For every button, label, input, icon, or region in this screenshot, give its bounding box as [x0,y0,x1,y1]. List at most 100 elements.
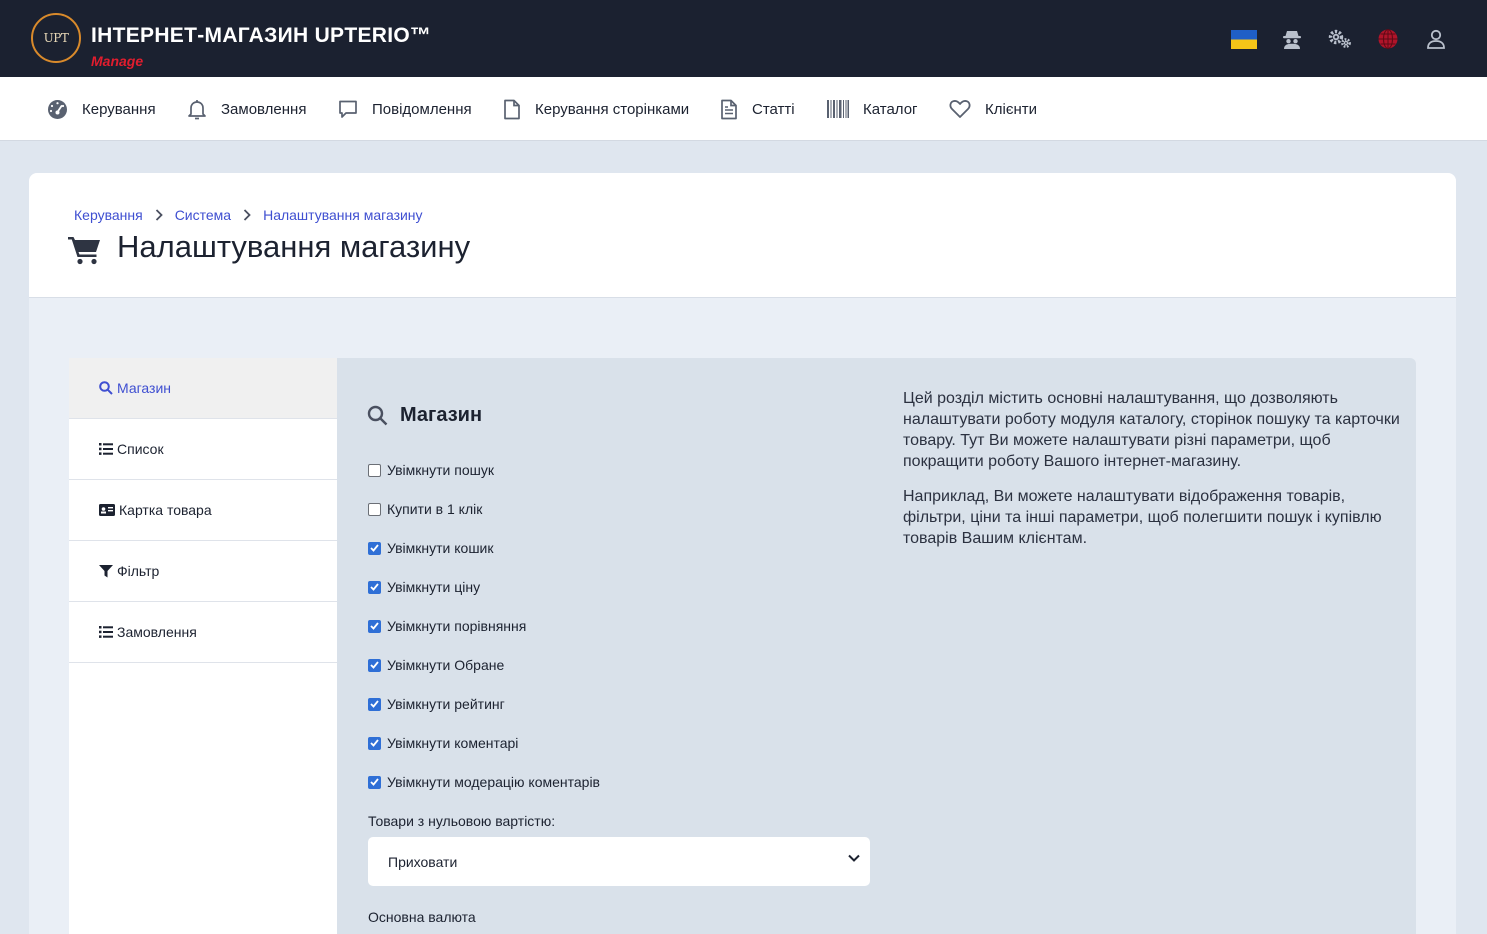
top-bar: UPT ІНТЕРНЕТ-МАГАЗИН UPTERIO™ Manage [0,0,1487,77]
checkbox-label: Увімкнути кошик [387,540,494,556]
checkbox[interactable] [368,697,381,711]
checkbox-enable-price[interactable]: Увімкнути ціну [368,577,480,597]
checkbox[interactable] [368,463,381,477]
checkbox[interactable] [368,619,381,633]
check-icon [370,739,379,747]
checkbox-enable-cart[interactable]: Увімкнути кошик [368,538,494,558]
sidebar-item-label: Список [117,441,164,457]
description-paragraph: Цей розділ містить основні налаштування,… [903,390,1400,470]
checkbox[interactable] [368,580,381,594]
settings-card: Керування Система Налаштування магазину … [29,173,1456,934]
settings-panel: Магазин Увімкнути пошук Купити в 1 клік … [337,358,1416,934]
barcode-icon [827,100,849,118]
checkbox[interactable] [368,658,381,672]
settings-sidebar: Магазин Список Картка товара Фільтр Замо… [69,358,337,934]
chevron-down-icon [848,854,860,862]
nav-item-articles[interactable]: Статті [720,77,795,141]
checkbox[interactable] [368,502,381,516]
sidebar-item-product-card[interactable]: Картка товара [69,480,337,541]
breadcrumb: Керування Система Налаштування магазину [74,207,423,223]
nav-label: Каталог [863,100,918,118]
checkbox-label: Увімкнути Обране [387,657,505,673]
list-icon [99,443,113,455]
globe-icon[interactable] [1375,26,1401,52]
nav-label: Клієнти [985,100,1038,118]
checkbox-label: Увімкнути коментарі [387,735,519,751]
checkbox-enable-search[interactable]: Увімкнути пошук [368,460,494,480]
nav-item-orders[interactable]: Замовлення [187,77,306,141]
zero-price-label: Товари з нульовою вартістю: [368,813,556,829]
filter-icon [99,564,113,577]
checkbox[interactable] [368,775,381,789]
brand-subtitle: Manage [91,53,144,69]
nav-label: Статті [752,100,795,118]
sidebar-item-list[interactable]: Список [69,419,337,480]
chevron-right-icon [155,209,163,221]
sidebar-item-shop[interactable]: Магазин [69,358,337,419]
check-icon [370,700,379,708]
sidebar-item-label: Фільтр [117,563,160,579]
heart-icon [949,100,971,118]
gears-icon[interactable] [1327,26,1353,52]
zero-price-value: Приховати [388,853,458,870]
message-icon [339,100,357,118]
check-icon [370,583,379,591]
checkbox-label: Увімкнути модерацію коментарів [387,774,600,790]
page-title: Налаштування магазину [117,229,471,264]
nav-item-dashboard[interactable]: Керування [47,77,156,141]
id-card-icon [99,504,115,516]
section-description: Цей розділ містить основні налаштування,… [903,388,1403,563]
card-header: Керування Система Налаштування магазину … [29,173,1456,298]
brand-title: ІНТЕРНЕТ-МАГАЗИН UPTERIO™ [91,24,432,47]
cart-icon [68,235,101,270]
checkbox-enable-favorites[interactable]: Увімкнути Обране [368,655,504,675]
description-paragraph: Наприклад, Ви можете налаштувати відобра… [903,488,1382,547]
nav-label: Замовлення [221,100,307,118]
nav-label: Керування [82,100,156,118]
incognito-icon[interactable] [1279,26,1305,52]
nav-label: Повідомлення [372,100,472,118]
checkbox-enable-rating[interactable]: Увімкнути рейтинг [368,694,505,714]
currency-label: Основна валюта [368,909,476,925]
logo[interactable]: UPT [31,13,81,63]
file-icon [504,99,520,119]
breadcrumb-link-store-settings[interactable]: Налаштування магазину [263,207,422,223]
nav-item-messages[interactable]: Повідомлення [338,77,472,141]
checkbox-enable-compare[interactable]: Увімкнути порівняння [368,616,526,636]
chevron-right-icon [243,209,251,221]
ukraine-flag-icon[interactable] [1231,26,1257,52]
nav-item-pages[interactable]: Керування сторінками [503,77,689,141]
checkbox-label: Увімкнути порівняння [387,618,527,634]
sidebar-item-label: Замовлення [117,624,197,640]
checkbox-enable-comments[interactable]: Увімкнути коментарі [368,733,518,753]
section-title-text: Магазин [400,404,483,426]
main-nav: Керування Замовлення Повідомлення Керува… [0,77,1487,141]
checkbox-label: Увімкнути ціну [387,579,481,595]
breadcrumb-link-system[interactable]: Система [175,207,231,223]
section-title: Магазин [367,404,482,427]
breadcrumb-link-dashboard[interactable]: Керування [74,207,143,223]
nav-item-clients[interactable]: Клієнти [949,77,1037,141]
sidebar-item-label: Картка товара [119,502,212,518]
checkbox-label: Увімкнути рейтинг [387,696,505,712]
checkbox-buy-one-click[interactable]: Купити в 1 клік [368,499,482,519]
checkbox-label: Увімкнути пошук [387,462,494,478]
check-icon [370,544,379,552]
user-icon[interactable] [1423,26,1449,52]
checkbox[interactable] [368,736,381,750]
check-icon [370,778,379,786]
sidebar-item-label: Магазин [117,380,172,396]
list-icon [99,626,113,638]
dashboard-icon [48,99,67,119]
check-icon [370,622,379,630]
checkbox-enable-comment-moderation[interactable]: Увімкнути модерацію коментарів [368,772,600,792]
nav-item-catalog[interactable]: Каталог [827,77,918,141]
zero-price-select[interactable]: Приховати [368,837,870,886]
sidebar-item-orders[interactable]: Замовлення [69,602,337,663]
sidebar-item-filter[interactable]: Фільтр [69,541,337,602]
checkbox[interactable] [368,541,381,555]
checkbox-label: Купити в 1 клік [387,501,483,517]
search-icon [367,405,388,426]
search-icon [99,381,113,395]
nav-label: Керування сторінками [535,100,690,118]
